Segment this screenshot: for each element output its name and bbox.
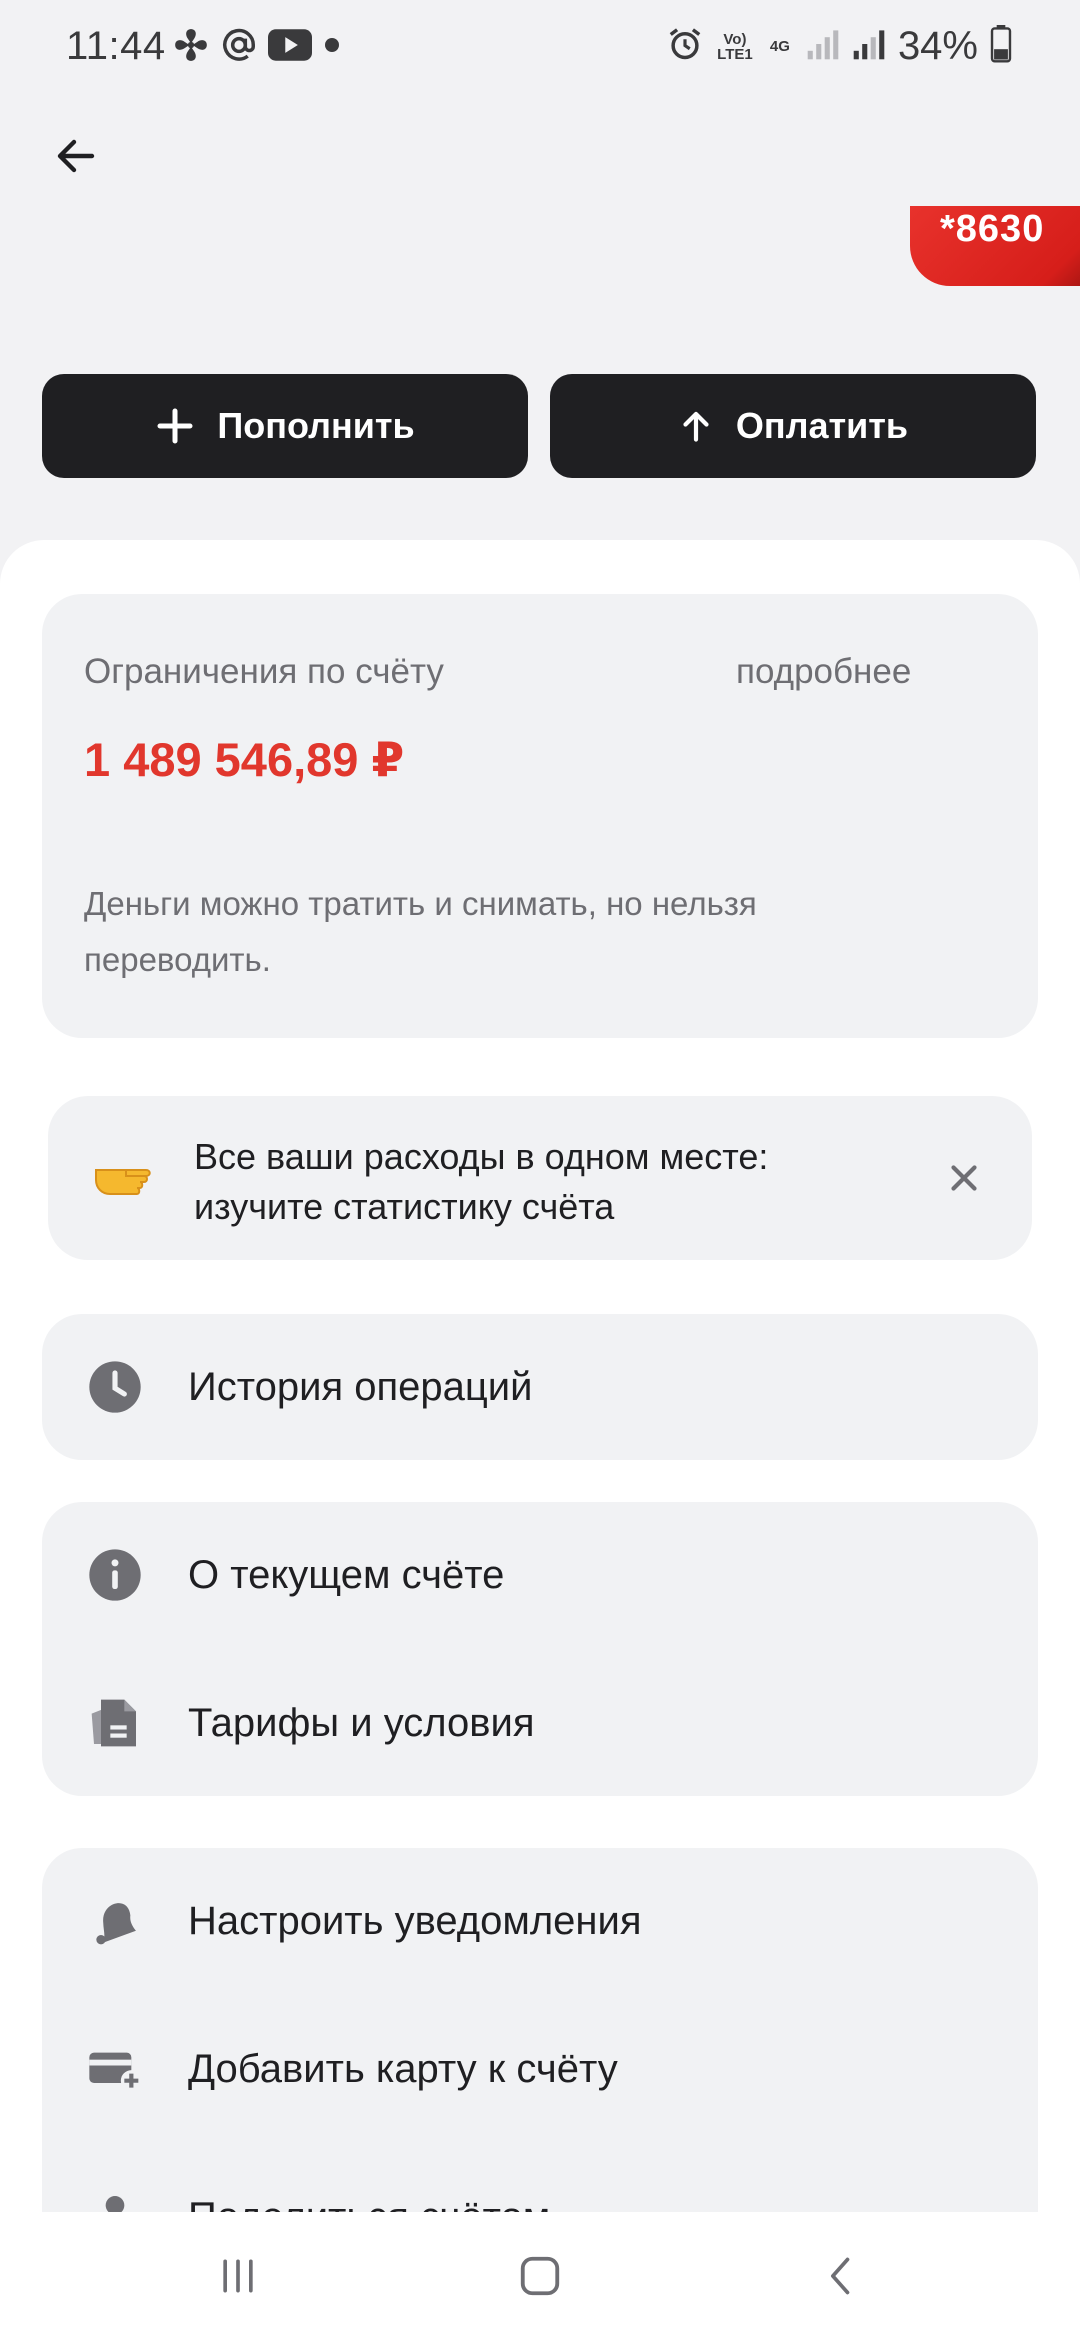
- signal-sim2-icon: [852, 27, 886, 66]
- menu-item-notifications[interactable]: Настроить уведомления: [42, 1848, 1038, 1994]
- menu-label-history: История операций: [188, 1364, 533, 1409]
- menu-label-tariffs: Тарифы и условия: [188, 1700, 535, 1745]
- volte-label: Vo) LTE1: [717, 30, 753, 63]
- pointing-hand-icon: [92, 1148, 154, 1204]
- menu-item-tariffs[interactable]: Тарифы и условия: [42, 1650, 1038, 1796]
- card-thumbnail[interactable]: *8630: [910, 206, 1080, 286]
- menu-label-about: О текущем счёте: [188, 1552, 505, 1597]
- topup-label: Пополнить: [217, 405, 415, 446]
- clock-icon: [86, 1358, 144, 1416]
- chevron-left-icon: [831, 2257, 850, 2295]
- home-icon: [520, 2256, 560, 2296]
- history-panel: История операций: [42, 1314, 1038, 1460]
- document-icon: [86, 1694, 144, 1752]
- limits-more-link[interactable]: подробнее: [736, 652, 911, 692]
- pay-button[interactable]: Оплатить: [550, 374, 1036, 478]
- limits-title: Ограничения по счёту: [84, 652, 444, 691]
- at-sign-icon: [220, 26, 258, 69]
- limits-description: Деньги можно тратить и снимать, но нельз…: [84, 885, 757, 978]
- recent-apps-button[interactable]: [198, 2246, 278, 2306]
- card-add-icon: [86, 2040, 144, 2098]
- account-limits-panel: Ограничения по счёту подробнее 1 489 546…: [42, 594, 1038, 1038]
- status-time: 11:44: [66, 24, 166, 68]
- arrow-up-icon: [683, 411, 709, 442]
- close-icon: [951, 1165, 977, 1191]
- bell-icon: [86, 1892, 144, 1950]
- promo-close-button[interactable]: [936, 1150, 992, 1206]
- alarm-icon: [666, 25, 704, 68]
- arrow-left-icon: [57, 139, 95, 173]
- menu-item-about[interactable]: О текущем счёте: [42, 1502, 1038, 1648]
- recent-apps-icon: [223, 2259, 253, 2293]
- limits-amount: 1 489 546,89 ₽: [84, 733, 405, 786]
- dot-icon: [322, 35, 342, 60]
- menu-label-add-card: Добавить карту к счёту: [188, 2046, 618, 2091]
- system-nav-bar: [0, 2212, 1080, 2340]
- account-info-panel: О текущем счёте Тарифы и условия: [42, 1502, 1038, 1796]
- status-system-icons: Vo) LTE1 4G 34%: [666, 24, 1012, 69]
- topup-button[interactable]: Пополнить: [42, 374, 528, 478]
- system-back-button[interactable]: [802, 2246, 882, 2306]
- back-button[interactable]: [44, 124, 108, 188]
- network-type-label: 4G: [769, 38, 790, 55]
- plus-icon: [157, 408, 193, 444]
- promo-text: Все ваши расходы в одном месте: изучите …: [194, 1136, 769, 1227]
- fan-icon: [172, 26, 210, 69]
- card-number: *8630: [940, 208, 1045, 250]
- pay-label: Оплатить: [735, 405, 909, 446]
- home-button[interactable]: [500, 2246, 580, 2306]
- statistics-promo-banner[interactable]: Все ваши расходы в одном месте: изучите …: [48, 1096, 1032, 1260]
- youtube-icon: [268, 28, 312, 67]
- status-bar: 11:44 Vo) LTE1 4G 34%: [0, 0, 1080, 104]
- signal-sim1-icon: [806, 27, 840, 66]
- menu-item-history[interactable]: История операций: [42, 1314, 1038, 1460]
- battery-percent: 34%: [897, 24, 978, 68]
- menu-item-add-card[interactable]: Добавить карту к счёту: [42, 1996, 1038, 2142]
- menu-label-notifications: Настроить уведомления: [188, 1898, 642, 1943]
- screen: 11:44 Vo) LTE1 4G 34% *8630 Пополнить Оп…: [0, 0, 1080, 2340]
- info-icon: [86, 1546, 144, 1604]
- battery-icon: [990, 25, 1012, 68]
- status-notification-icons: [172, 26, 342, 69]
